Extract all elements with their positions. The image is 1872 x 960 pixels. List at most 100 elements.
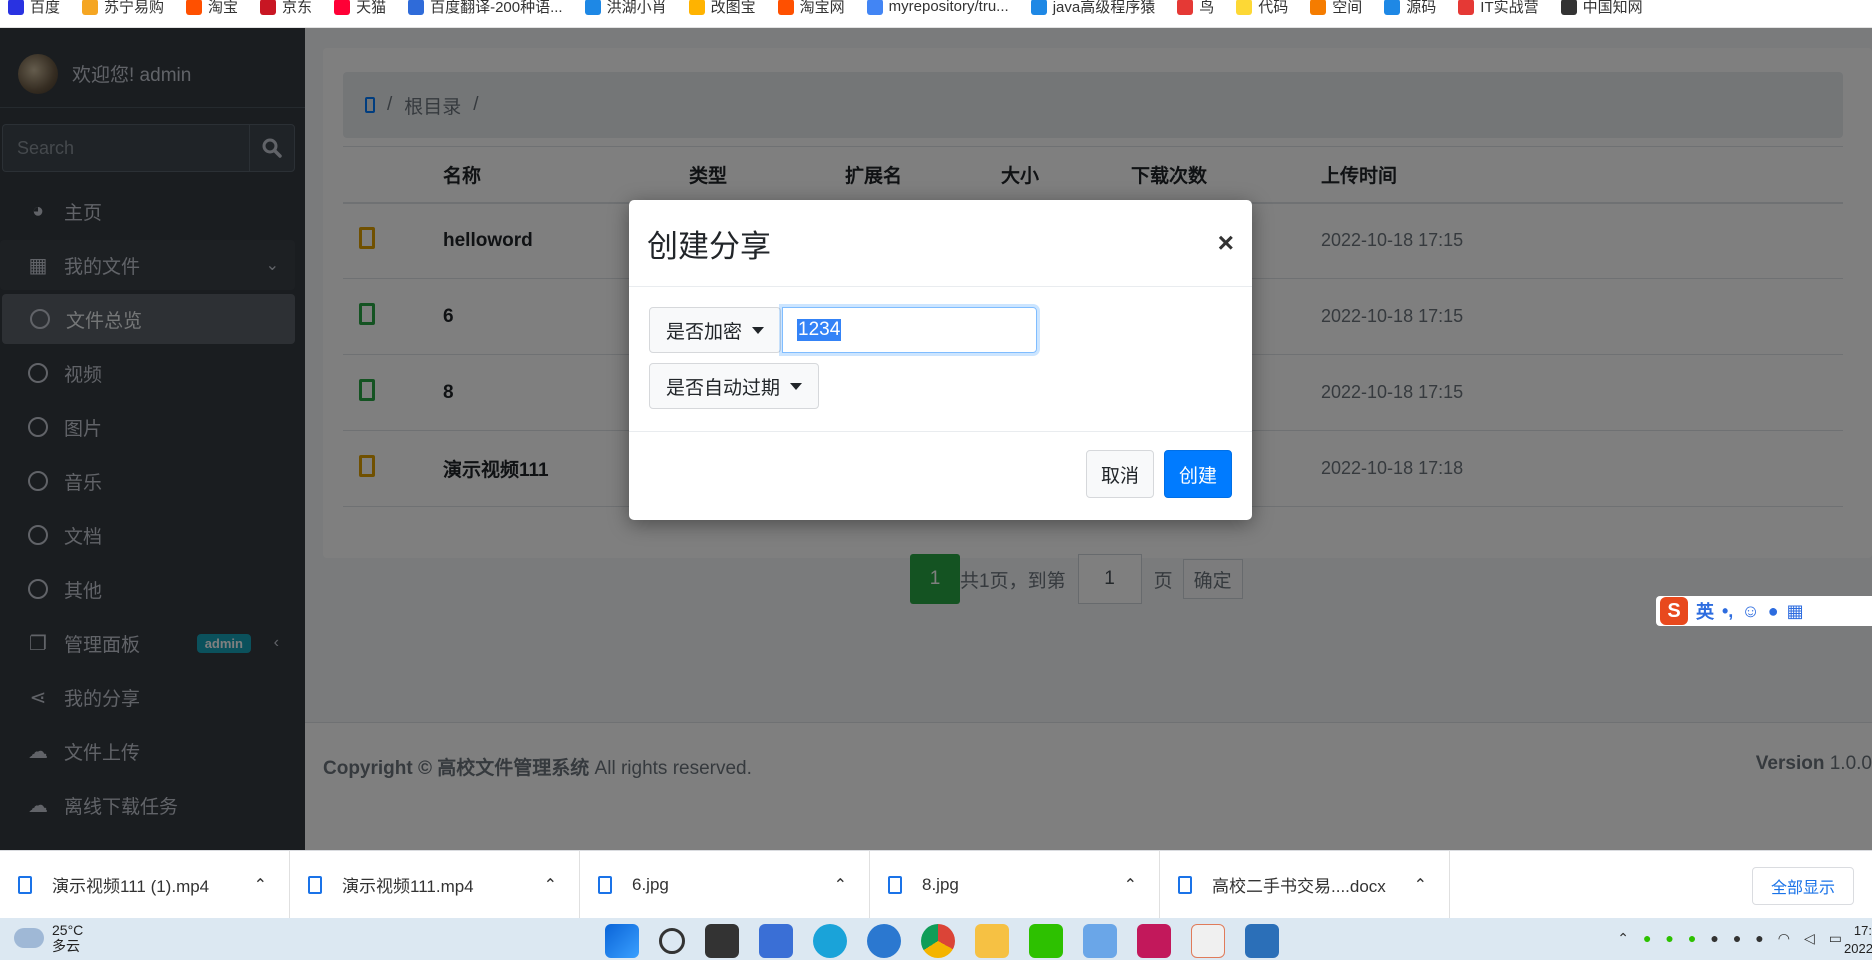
- bookmark-item[interactable]: IT实战营: [1458, 0, 1539, 17]
- wifi-icon[interactable]: ◠: [1778, 930, 1790, 947]
- download-item[interactable]: 演示视频111.mp4 ⌃: [290, 850, 580, 919]
- bookmark-favicon-icon: [408, 0, 425, 15]
- chrome-icon[interactable]: [921, 924, 955, 958]
- cancel-button[interactable]: 取消: [1085, 450, 1154, 498]
- bookmark-item[interactable]: 苏宁易购: [82, 0, 164, 17]
- emoji-icon[interactable]: ☺: [1741, 601, 1759, 622]
- modal-body: 是否加密 1234 是否自动过期: [629, 287, 1252, 432]
- bookmark-item[interactable]: java高级程序猿: [1030, 0, 1155, 17]
- system-tray[interactable]: ⌃ ● ● ● ● ● ● ◠ ◁ ▭: [1617, 930, 1842, 947]
- bookmark-label: 空间: [1332, 0, 1363, 16]
- bookmark-favicon-icon: [1030, 0, 1047, 15]
- password-input[interactable]: 1234: [782, 307, 1038, 353]
- bookmark-favicon-icon: [1560, 0, 1577, 15]
- download-item[interactable]: 高校二手书交易....docx ⌃: [1160, 850, 1450, 919]
- download-filename: 演示视频111 (1).mp4: [52, 877, 210, 896]
- expire-row: 是否自动过期: [649, 363, 1232, 409]
- photos-icon[interactable]: [1245, 924, 1279, 958]
- show-all-downloads-button[interactable]: 全部显示: [1751, 867, 1854, 905]
- chevron-up-icon[interactable]: ⌃: [1124, 875, 1137, 895]
- bookmark-item[interactable]: 代码: [1236, 0, 1288, 17]
- cloud-icon: [14, 928, 44, 948]
- wechat-icon[interactable]: [1029, 924, 1063, 958]
- bookmark-favicon-icon: [1236, 0, 1253, 15]
- encrypt-dropdown[interactable]: 是否加密: [649, 307, 782, 353]
- file-icon: [888, 875, 902, 894]
- task-view-icon[interactable]: [705, 924, 739, 958]
- edge-icon[interactable]: [813, 924, 847, 958]
- bookmark-label: 百度: [30, 0, 61, 16]
- bookmark-item[interactable]: 淘宝: [186, 0, 238, 17]
- chevron-up-icon[interactable]: ⌃: [1617, 930, 1629, 947]
- mic-icon[interactable]: ●: [1768, 601, 1779, 622]
- wechat-tray-icon[interactable]: ●: [1665, 930, 1673, 947]
- clock[interactable]: 17: 2022/1: [1844, 922, 1872, 958]
- search-icon[interactable]: [659, 928, 685, 954]
- ime-toolbar[interactable]: S 英 •, ☺ ● ▦: [1656, 596, 1872, 626]
- bookmark-favicon-icon: [1458, 0, 1475, 15]
- bookmark-label: 鸟: [1199, 0, 1215, 16]
- file-icon: [598, 875, 612, 894]
- taskbar: 25°C 多云 ⌃ ● ● ● ● ● ● ◠ ◁ ▭ 17: 2022/1: [0, 918, 1872, 960]
- ime-lang[interactable]: 英: [1696, 598, 1714, 624]
- file-explorer-icon[interactable]: [975, 924, 1009, 958]
- password-value: 1234: [797, 319, 842, 341]
- bookmark-item[interactable]: 改图宝: [688, 0, 756, 17]
- chevron-up-icon[interactable]: ⌃: [1414, 875, 1427, 895]
- encrypt-row: 是否加密 1234: [649, 307, 1232, 353]
- bookmark-label: 百度翻译-200种语...: [430, 0, 563, 16]
- download-filename: 高校二手书交易....docx: [1212, 877, 1386, 896]
- mic-icon[interactable]: ●: [1755, 930, 1763, 947]
- edge-legacy-icon[interactable]: [867, 924, 901, 958]
- auto-expire-dropdown[interactable]: 是否自动过期: [649, 363, 820, 409]
- close-icon[interactable]: ×: [1218, 227, 1234, 259]
- bookmark-item[interactable]: 百度翻译-200种语...: [408, 0, 563, 17]
- bookmark-item[interactable]: 百度: [8, 0, 60, 17]
- volume-icon[interactable]: ◁: [1804, 930, 1815, 947]
- chevron-up-icon[interactable]: ⌃: [544, 875, 557, 895]
- bookmark-item[interactable]: 天猫: [334, 0, 386, 17]
- caret-down-icon: [752, 326, 765, 334]
- sogou-logo-icon[interactable]: S: [1660, 597, 1688, 625]
- bookmark-label: 淘宝网: [799, 0, 845, 16]
- bookmark-label: 源码: [1406, 0, 1437, 16]
- chevron-up-icon[interactable]: ⌃: [254, 875, 267, 895]
- intellij-icon[interactable]: [1137, 924, 1171, 958]
- weather-text: 多云: [52, 938, 80, 954]
- bookmark-item[interactable]: 鸟: [1177, 0, 1214, 17]
- bookmark-item[interactable]: 中国知网: [1560, 0, 1643, 17]
- app-icon[interactable]: [1083, 924, 1117, 958]
- bookmark-label: 京东: [282, 0, 313, 16]
- punctuation-icon[interactable]: •,: [1722, 601, 1733, 622]
- create-button[interactable]: 创建: [1163, 450, 1232, 498]
- bookmark-favicon-icon: [334, 0, 351, 15]
- bookmark-label: 洪湖小肖: [606, 0, 667, 16]
- create-share-modal: 创建分享 × 是否加密 1234 是否自动过期 取消 创建: [629, 200, 1252, 520]
- qq-icon[interactable]: ●: [1733, 930, 1741, 947]
- bookmark-label: 天猫: [356, 0, 387, 16]
- temperature: 25°C: [52, 922, 84, 938]
- download-item[interactable]: 演示视频111 (1).mp4 ⌃: [0, 850, 290, 919]
- app-icon[interactable]: [759, 924, 793, 958]
- bookmark-item[interactable]: myrepository/tru...: [866, 0, 1009, 15]
- windows-start-icon[interactable]: [605, 924, 639, 958]
- weather-widget[interactable]: 25°C 多云: [14, 922, 83, 954]
- wechat-tray-icon[interactable]: ●: [1688, 930, 1696, 947]
- bookmark-item[interactable]: 空间: [1310, 0, 1362, 17]
- bookmark-item[interactable]: 淘宝网: [777, 0, 845, 17]
- download-item[interactable]: 6.jpg ⌃: [580, 850, 870, 919]
- app-icon[interactable]: [1191, 924, 1225, 958]
- bookmark-label: 代码: [1258, 0, 1289, 16]
- battery-icon[interactable]: ▭: [1829, 930, 1842, 947]
- bookmark-label: myrepository/tru...: [888, 0, 1009, 15]
- bookmark-item[interactable]: 洪湖小肖: [584, 0, 667, 17]
- bookmark-item[interactable]: 源码: [1384, 0, 1436, 17]
- download-item[interactable]: 8.jpg ⌃: [870, 850, 1160, 919]
- bookmark-favicon-icon: [688, 0, 705, 15]
- wechat-tray-icon[interactable]: ●: [1643, 930, 1651, 947]
- keyboard-icon[interactable]: ▦: [1787, 601, 1804, 622]
- modal-header: 创建分享 ×: [629, 200, 1252, 287]
- chevron-up-icon[interactable]: ⌃: [834, 875, 847, 895]
- qq-icon[interactable]: ●: [1710, 930, 1718, 947]
- bookmark-item[interactable]: 京东: [260, 0, 312, 17]
